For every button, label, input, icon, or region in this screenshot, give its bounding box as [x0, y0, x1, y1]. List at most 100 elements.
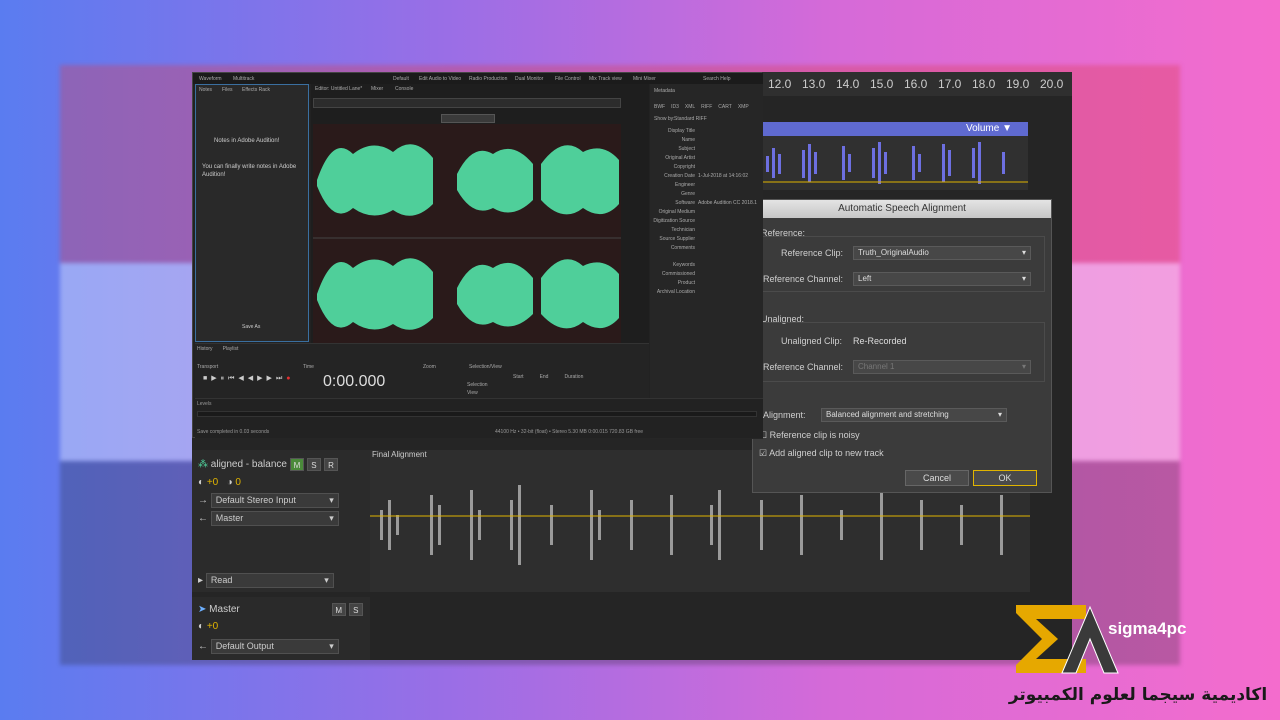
- meta-software-value[interactable]: Adobe Audition CC 2018.1: [698, 200, 757, 206]
- cancel-button[interactable]: Cancel: [905, 470, 969, 486]
- workspace-item[interactable]: Mini Mixer: [633, 76, 656, 82]
- ruler-tick-label: 16.0: [904, 77, 928, 91]
- meta-tab[interactable]: XML: [685, 104, 695, 110]
- console-tab[interactable]: Console: [395, 86, 413, 92]
- meta-tab[interactable]: CART: [718, 104, 732, 110]
- workspace-item[interactable]: File Control: [555, 76, 581, 82]
- workspace-item[interactable]: Default: [393, 76, 409, 82]
- track-input-dropdown[interactable]: Default Stereo Input ▾: [210, 492, 339, 508]
- sel-header-duration: Duration: [564, 374, 584, 380]
- overview-bar[interactable]: [313, 98, 621, 108]
- tab-playlist[interactable]: Playlist: [223, 346, 239, 352]
- timeline-ruler[interactable]: 12.0 13.0 14.0 15.0 16.0 17.0 18.0 19.0 …: [762, 72, 1072, 96]
- waveform-editor[interactable]: Editor: Untitled Lane* Mixer Console: [311, 84, 649, 352]
- meta-label: Keywords: [673, 262, 695, 268]
- output-arrow-icon: ←: [198, 512, 208, 524]
- meta-label: Original Artist: [665, 155, 695, 161]
- reference-clip-select[interactable]: Truth_OriginalAudio ▾: [853, 246, 1031, 260]
- volume-knob-icon[interactable]: ◐: [198, 477, 204, 488]
- meta-tab[interactable]: BWF: [654, 104, 665, 110]
- selection-view-label: Selection/View: [469, 364, 502, 370]
- waveform-track-icon: ⁂: [198, 458, 208, 470]
- workspace-item[interactable]: Multitrack: [233, 76, 254, 82]
- notes-body[interactable]: You can finally write notes in Adobe Aud…: [202, 163, 302, 179]
- volume-knob-icon[interactable]: ◐: [198, 621, 204, 632]
- tab-effects-rack[interactable]: Effects Rack: [242, 87, 270, 93]
- status-text: Save completed in 0.03 seconds: [197, 429, 270, 435]
- volume-lane[interactable]: Volume ▼: [762, 122, 1028, 190]
- master-track-header[interactable]: ➤ Master M S ◐ +0 ← Default Output ▾: [192, 597, 370, 660]
- logo-arabic-text: اكاديمية سيجما لعلوم الكمبيوتر: [1008, 685, 1268, 705]
- mixer-tab[interactable]: Mixer: [371, 86, 383, 92]
- tab-history[interactable]: History: [197, 346, 213, 352]
- ruler-tick-label: 12.0: [768, 77, 792, 91]
- master-mute-button[interactable]: M: [331, 603, 346, 616]
- input-arrow-icon: →: [198, 494, 208, 506]
- meta-label: Digitization Source: [653, 218, 695, 224]
- workspace-item[interactable]: Waveform: [199, 76, 222, 82]
- record-arm-button[interactable]: R: [323, 457, 338, 471]
- master-output-dropdown[interactable]: Default Output ▾: [210, 639, 339, 654]
- track-header-aligned[interactable]: ⁂ aligned - balance M S R ◐ +0 ◑ 0 → Def…: [192, 450, 370, 592]
- ruler-tick-label: 15.0: [870, 77, 894, 91]
- add-track-label: Add aligned clip to new track: [769, 448, 884, 458]
- track-output-dropdown[interactable]: Master ▾: [210, 510, 339, 526]
- workspace-item[interactable]: Mix Track view: [589, 76, 622, 82]
- meta-creation-value[interactable]: 1-Jul-2018 at 14:16:02: [698, 173, 748, 179]
- chevron-down-icon: ▾: [324, 574, 329, 585]
- workspace-item[interactable]: Edit Audio to Video: [419, 76, 461, 82]
- output-arrow-icon: ←: [198, 641, 208, 652]
- meta-tab[interactable]: RIFF: [701, 104, 712, 110]
- reference-channel-value: Left: [858, 274, 872, 283]
- track-input-value: Default Stereo Input: [215, 494, 296, 505]
- meta-showby: Show by:: [654, 116, 675, 122]
- ok-button[interactable]: OK: [973, 470, 1037, 486]
- workspace-item[interactable]: Radio Production: [469, 76, 507, 82]
- sel-header-end: End: [539, 374, 549, 380]
- solo-button[interactable]: S: [306, 457, 321, 471]
- transport-controls[interactable]: ■▶⏸⏮◀◀▶▶⏭●: [203, 374, 294, 383]
- pan-knob-icon[interactable]: ◑: [227, 477, 233, 488]
- track-name[interactable]: aligned - balance: [211, 459, 287, 470]
- ruler-tick-label: 19.0: [1006, 77, 1030, 91]
- search-help[interactable]: Search Help: [703, 76, 731, 82]
- meta-label: Technician: [671, 227, 695, 233]
- chevron-down-icon: ▾: [329, 494, 334, 505]
- mute-button[interactable]: M: [289, 457, 304, 471]
- master-volume-value[interactable]: +0: [207, 621, 218, 632]
- metadata-panel: Metadata BWF ID3 XML RIFF CART XMP Show …: [650, 84, 763, 439]
- volume-lane-header[interactable]: Volume ▼: [762, 122, 1028, 136]
- reference-channel-select[interactable]: Left ▾: [853, 272, 1031, 286]
- automation-mode-dropdown[interactable]: Read ▾: [205, 572, 334, 588]
- reference-clip-label: Reference Clip:: [781, 248, 844, 258]
- tab-files[interactable]: Files: [222, 87, 233, 93]
- alignment-select[interactable]: Balanced alignment and stretching ▾: [821, 408, 1007, 422]
- noisy-checkbox[interactable]: ☐ Reference clip is noisy: [759, 430, 860, 441]
- meta-tab[interactable]: XMP: [738, 104, 749, 110]
- add-track-checkbox[interactable]: ☑ Add aligned clip to new track: [759, 448, 884, 459]
- chevron-down-icon: ▾: [1021, 248, 1026, 257]
- meta-label: Engineer: [674, 182, 695, 188]
- tab-notes[interactable]: Notes: [199, 87, 212, 93]
- waveform-display[interactable]: [313, 124, 621, 352]
- workspace-item[interactable]: Dual Monitor: [515, 76, 543, 82]
- ruler-tick-label: 18.0: [972, 77, 996, 91]
- timecode-display[interactable]: 0:00.000: [323, 373, 385, 391]
- track-pan-value[interactable]: 0: [235, 477, 241, 488]
- editor-tab[interactable]: Editor: Untitled Lane*: [315, 86, 362, 92]
- expand-arrow-icon[interactable]: ▸: [198, 575, 203, 586]
- meta-showby-value[interactable]: Standard RIFF: [674, 116, 707, 122]
- ruler-tick-label: 17.0: [938, 77, 962, 91]
- unaligned-clip-value: Re-Recorded: [853, 336, 907, 346]
- master-solo-button[interactable]: S: [348, 603, 363, 616]
- chevron-down-icon: ▾: [997, 410, 1002, 419]
- meta-label: Display Title: [668, 128, 695, 134]
- track-volume-value[interactable]: +0: [207, 477, 218, 488]
- speech-alignment-dialog: Automatic Speech Alignment Reference: Re…: [752, 199, 1052, 493]
- time-label: Time: [303, 364, 314, 370]
- meta-tab[interactable]: ID3: [671, 104, 679, 110]
- levels-panel: Levels Save completed in 0.03 seconds 44…: [195, 398, 763, 438]
- hud-volume[interactable]: [441, 114, 495, 123]
- master-name[interactable]: Master: [209, 604, 240, 615]
- logo-brand: sigma4pc: [1108, 619, 1187, 638]
